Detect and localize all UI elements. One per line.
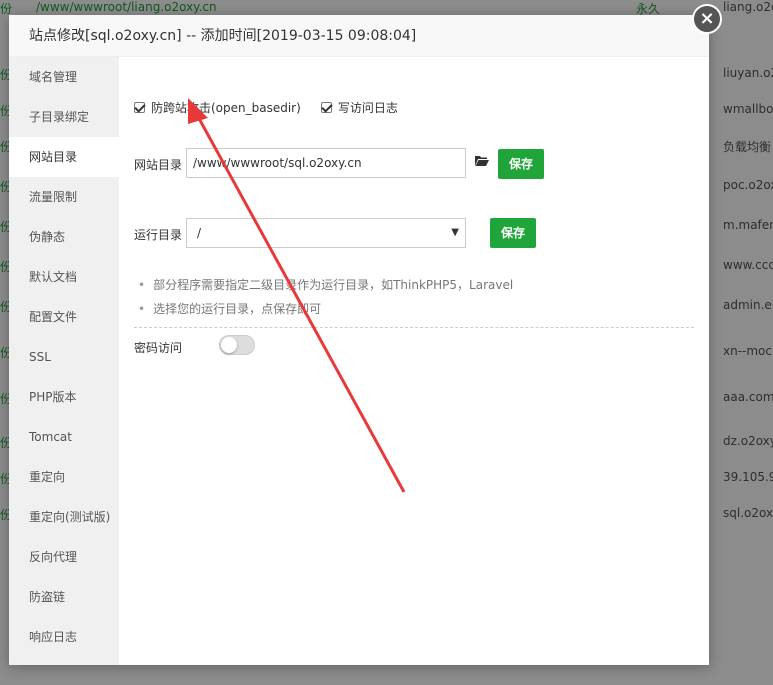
password-access-label: 密码访问 [134,341,183,355]
tip-item: 选择您的运行目录，点保存即可 [134,297,694,321]
sidebar-item-subdir-binding[interactable]: 子目录绑定 [9,97,119,137]
sidebar-item-redirect-beta[interactable]: 重定向(测试版) [9,497,119,537]
sidebar-item-site-directory[interactable]: 网站目录 [9,137,119,177]
sidebar-item-config-file[interactable]: 配置文件 [9,297,119,337]
save-site-dir-button[interactable]: 保存 [498,149,544,179]
sidebar-item-reverse-proxy[interactable]: 反向代理 [9,537,119,577]
sidebar-item-rewrite[interactable]: 伪静态 [9,217,119,257]
sidebar-item-traffic-limit[interactable]: 流量限制 [9,177,119,217]
run-dir-select[interactable]: / ▼ [186,218,466,248]
sidebar-item-hotlink-protection[interactable]: 防盗链 [9,577,119,617]
sidebar-item-response-log[interactable]: 响应日志 [9,617,119,657]
site-edit-modal: 站点修改[sql.o2oxy.cn] -- 添加时间[2019-03-15 09… [9,15,709,665]
options-row: 防跨站攻击(open_basedir) 写访问日志 [134,97,418,117]
folder-open-icon[interactable] [475,155,489,166]
help-tips: 部分程序需要指定二级目录作为运行目录，如ThinkPHP5，Laravel 选择… [134,273,694,328]
site-dir-label: 网站目录 [134,158,183,172]
settings-sidebar: 域名管理 子目录绑定 网站目录 流量限制 伪静态 默认文档 配置文件 SSL P… [9,57,119,665]
run-dir-selected: / [197,226,202,240]
chevron-down-icon: ▼ [451,227,459,238]
password-access-toggle[interactable] [219,335,255,355]
sidebar-item-default-doc[interactable]: 默认文档 [9,257,119,297]
toggle-knob [221,337,237,353]
open-basedir-checkbox[interactable] [134,101,145,113]
sidebar-item-tomcat[interactable]: Tomcat [9,417,119,457]
run-dir-label: 运行目录 [134,228,183,242]
close-icon[interactable]: × [692,4,722,34]
sidebar-item-ssl[interactable]: SSL [9,337,119,377]
sidebar-item-redirect[interactable]: 重定向 [9,457,119,497]
site-directory-panel: 防跨站攻击(open_basedir) 写访问日志 网站目录 /www/wwwr… [119,57,709,665]
access-log-checkbox[interactable] [320,101,332,113]
save-run-dir-button[interactable]: 保存 [490,218,536,248]
open-basedir-label[interactable]: 防跨站攻击(open_basedir) [151,99,301,116]
access-log-label[interactable]: 写访问日志 [338,99,398,116]
tip-item: 部分程序需要指定二级目录作为运行目录，如ThinkPHP5，Laravel [134,273,694,297]
sidebar-item-domain[interactable]: 域名管理 [9,57,119,97]
modal-title: 站点修改[sql.o2oxy.cn] -- 添加时间[2019-03-15 09… [9,15,709,57]
site-dir-input[interactable]: /www/wwwroot/sql.o2oxy.cn [186,148,466,178]
sidebar-item-php-version[interactable]: PHP版本 [9,377,119,417]
